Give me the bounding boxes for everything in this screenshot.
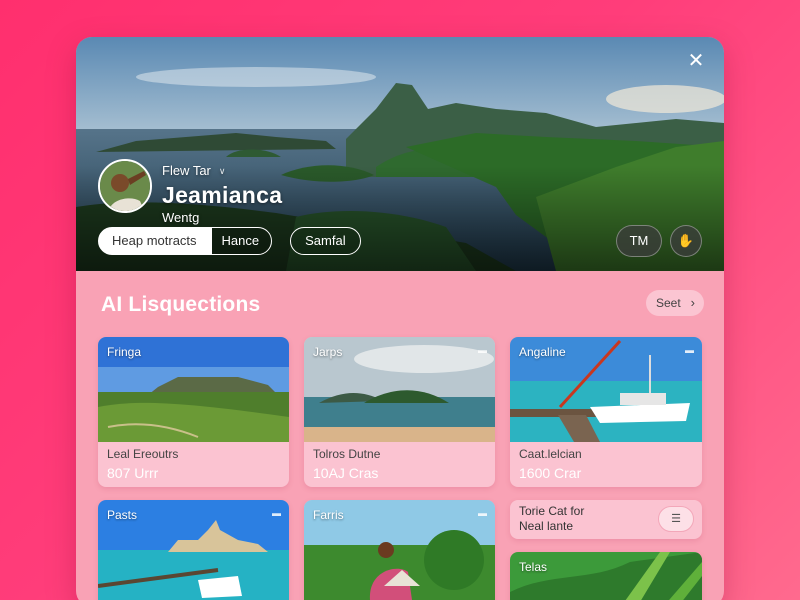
tile-tag: Pasts [107,508,138,522]
quick-card[interactable]: Torie Cat for Neal lante ☰ [510,500,702,539]
avatar[interactable] [98,159,152,213]
filter-chips: Heap motracts Hance Samfal [98,227,361,255]
destination-tile-farris[interactable]: Farris ▬ [304,500,495,600]
quick-card-line2: Neal lante [519,519,574,533]
menu-icon: ▬ [272,508,281,518]
chevron-down-icon[interactable]: ∨ [219,166,226,178]
profile-small-row: Flew Tar ∨ [162,163,282,178]
tile-tag: Jarps [313,345,343,359]
list-icon[interactable]: ☰ [658,506,694,532]
destination-tile-jarps[interactable]: Jarps ▬ Tolros Dutne 10AJ Cras [304,337,495,487]
profile-small-label: Flew Tar [162,163,211,178]
destination-card: ✕ Flew Tar ∨ Jeamianca Wentg Heap motrac… [76,37,724,600]
tile-price: 807 Urrr [107,465,159,481]
chevron-right-icon: › [690,295,695,310]
profile-info: Flew Tar ∨ Jeamianca Wentg [162,159,282,225]
avatar-image [100,161,150,211]
tile-tag: Angaline [519,345,566,359]
destination-tile-fringa[interactable]: Fringa Leal Ereoutrs 807 Urrr [98,337,289,487]
chip-hance[interactable]: Hance [210,227,273,255]
tile-title: Tolros Dutne [313,447,381,461]
tile-tag: Farris [313,508,344,522]
destination-tile-pasts[interactable]: Pasts ▬ [98,500,289,600]
tm-button[interactable]: TM [616,225,662,257]
profile-block: Flew Tar ∨ Jeamianca Wentg [98,159,282,225]
hand-button[interactable]: ✋ [670,225,702,257]
close-icon: ✕ [687,50,705,72]
tile-price: 1600 Crar [519,465,582,481]
close-button[interactable]: ✕ [684,49,708,73]
tile-title: Leal Ereoutrs [107,447,179,461]
tile-tag: Telas [519,560,548,574]
destination-tile-angaline[interactable]: Angaline ▬ Caat.lelcian 1600 Crar [510,337,702,487]
hero-banner: ✕ Flew Tar ∨ Jeamianca Wentg Heap motrac… [76,37,724,271]
section-title: AI Lisquections [101,293,261,316]
chip-heap-motracts[interactable]: Heap motracts [98,227,212,255]
see-all-label: Seet [656,296,681,310]
menu-icon: ▬ [478,508,487,518]
quick-card-text: Torie Cat for Neal lante [519,504,584,534]
tile-title: Caat.lelcian [519,447,582,461]
destination-tile-telas[interactable]: Telas [510,552,702,600]
profile-name: Jeamianca [162,182,283,208]
hand-icon: ✋ [677,233,695,248]
chip-samfal[interactable]: Samfal [290,227,361,255]
profile-subtitle: Wentg [162,210,200,225]
see-all-button[interactable]: Seet › [646,290,704,316]
menu-icon: ▬ [478,345,487,355]
quick-card-line1: Torie Cat for [519,504,585,518]
menu-icon: ▬ [685,345,694,355]
tile-tag: Fringa [107,345,142,359]
tile-price: 10AJ Cras [313,465,379,481]
